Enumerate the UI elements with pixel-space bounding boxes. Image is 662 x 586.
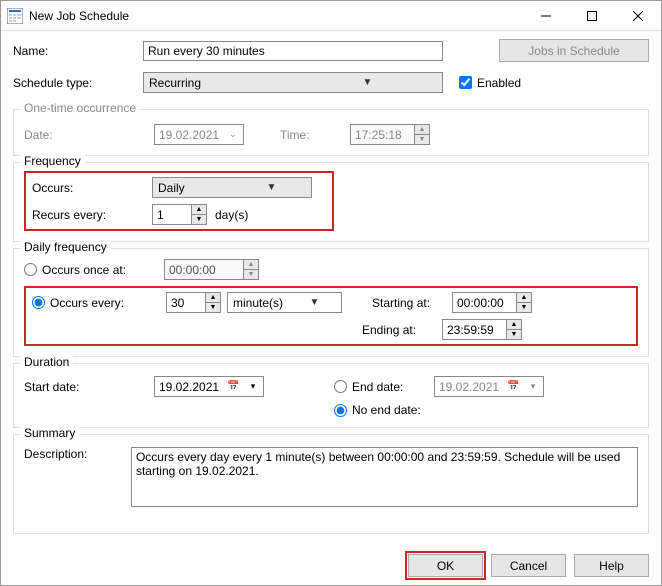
one-time-legend: One-time occurrence [20,101,140,115]
spin-up-icon[interactable]: ▲ [206,293,220,303]
ending-at-label: Ending at: [362,323,442,337]
calendar-icon: 📅 [223,381,243,392]
schedule-type-value: Recurring [144,76,293,90]
occurs-label: Occurs: [32,181,152,195]
duration-fieldset: Duration Start date: 19.02.2021 📅 ▾ End … [13,363,649,428]
close-button[interactable] [615,1,661,31]
days-label: day(s) [215,208,248,222]
frequency-legend: Frequency [20,154,85,168]
titlebar: New Job Schedule [1,1,661,31]
cancel-button[interactable]: Cancel [491,554,566,577]
name-label: Name: [13,44,143,58]
occurs-once-radio[interactable]: Occurs once at: [24,263,164,277]
occurs-every-value-input[interactable]: ▲▼ [166,292,221,313]
no-end-date-radio[interactable]: No end date: [334,403,421,417]
starting-at-label: Starting at: [372,296,452,310]
maximize-button[interactable] [569,1,615,31]
chevron-down-icon: ▾ [243,381,263,392]
ok-button[interactable]: OK [408,554,483,577]
description-textarea[interactable]: Occurs every day every 1 minute(s) betwe… [131,447,638,507]
onetime-date-label: Date: [24,128,154,142]
starting-at-input[interactable]: ▲▼ [452,292,532,313]
calendar-icon: 📅 [503,381,523,392]
end-date-label: End date: [352,380,403,394]
spin-up-icon[interactable]: ▲ [517,293,531,303]
spin-down-icon: ▼ [415,135,429,144]
chevron-down-icon: ⌄ [223,129,243,140]
jobs-in-schedule-button[interactable]: Jobs in Schedule [499,39,649,62]
help-button[interactable]: Help [574,554,649,577]
window-controls [523,1,661,31]
occurs-once-time: ▲▼ [164,259,259,280]
end-date-radio[interactable]: End date: [334,380,434,394]
chevron-down-icon: ▾ [523,381,543,392]
recurs-every-label: Recurs every: [32,208,152,222]
enabled-checkbox[interactable]: Enabled [459,76,521,90]
spin-down-icon[interactable]: ▼ [517,303,531,312]
no-end-date-label: No end date: [352,403,421,417]
name-input[interactable] [143,41,443,61]
spin-up-icon: ▲ [415,125,429,135]
onetime-time-input: ▲▼ [350,124,430,145]
spin-up-icon: ▲ [244,260,258,270]
end-date-input: 19.02.2021 📅 ▾ [434,376,544,397]
chevron-down-icon: ▼ [293,77,442,88]
occurs-every-unit-value: minute(s) [228,296,288,310]
occurs-every-unit-select[interactable]: minute(s) ▼ [227,292,342,313]
occurs-every-radio[interactable]: Occurs every: [32,296,166,310]
window-title: New Job Schedule [29,9,523,23]
spin-down-icon[interactable]: ▼ [206,303,220,312]
ending-at-input[interactable]: ▲▼ [442,319,522,340]
duration-legend: Duration [20,355,73,369]
one-time-fieldset: One-time occurrence Date: 19.02.2021 ⌄ T… [13,109,649,156]
schedule-type-select[interactable]: Recurring ▼ [143,72,443,93]
minimize-button[interactable] [523,1,569,31]
chevron-down-icon: ▼ [288,297,341,308]
frequency-fieldset: Frequency Occurs: Daily ▼ Recurs every: … [13,162,649,242]
start-date-label: Start date: [24,380,154,394]
chevron-down-icon: ▼ [232,182,311,193]
occurs-once-label: Occurs once at: [42,263,126,277]
occurs-value: Daily [153,181,232,195]
enabled-label: Enabled [477,76,521,90]
window-icon [7,8,23,24]
dialog-footer: OK Cancel Help [1,546,661,585]
spin-down-icon: ▼ [244,270,258,279]
occurs-every-label: Occurs every: [50,296,124,310]
start-date-input[interactable]: 19.02.2021 📅 ▾ [154,376,264,397]
spin-down-icon[interactable]: ▼ [192,215,206,224]
schedule-type-label: Schedule type: [13,76,143,90]
recurs-every-input[interactable]: ▲▼ [152,204,207,225]
summary-fieldset: Summary Description: Occurs every day ev… [13,434,649,534]
occurs-select[interactable]: Daily ▼ [152,177,312,198]
onetime-date-input: 19.02.2021 ⌄ [154,124,244,145]
enabled-checkbox-input[interactable] [459,76,472,89]
spin-down-icon[interactable]: ▼ [507,330,521,339]
onetime-time-label: Time: [280,128,350,142]
spin-up-icon[interactable]: ▲ [507,320,521,330]
description-label: Description: [24,447,131,461]
daily-frequency-legend: Daily frequency [20,240,111,254]
spin-up-icon[interactable]: ▲ [192,205,206,215]
daily-frequency-fieldset: Daily frequency Occurs once at: ▲▼ Occur… [13,248,649,357]
summary-legend: Summary [20,426,79,440]
